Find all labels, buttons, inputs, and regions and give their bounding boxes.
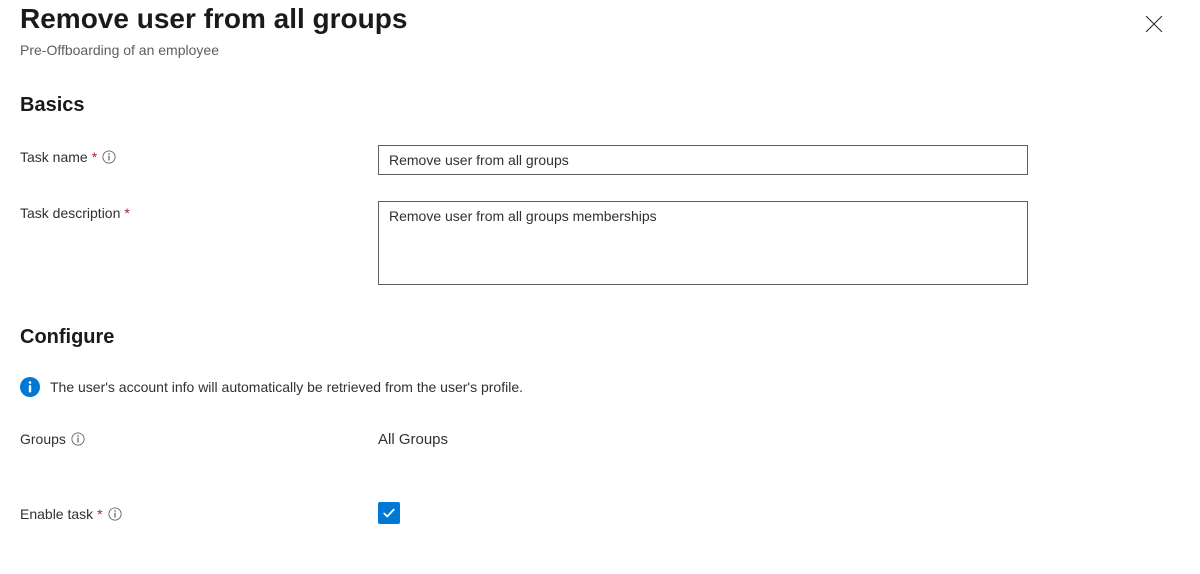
- task-name-label: Task name: [20, 149, 88, 165]
- groups-value: All Groups: [378, 427, 1028, 448]
- required-indicator: *: [97, 506, 102, 522]
- section-heading-basics: Basics: [20, 94, 1180, 117]
- task-description-input[interactable]: [378, 201, 1028, 285]
- groups-label: Groups: [20, 431, 66, 447]
- task-description-label: Task description: [20, 205, 120, 221]
- enable-task-checkbox[interactable]: [378, 502, 400, 524]
- info-icon: [71, 432, 85, 446]
- info-banner-icon: [20, 377, 40, 397]
- checkmark-icon: [382, 506, 396, 520]
- required-indicator: *: [92, 149, 97, 165]
- section-heading-configure: Configure: [20, 326, 1180, 349]
- info-icon: [102, 150, 116, 164]
- page-subtitle: Pre-Offboarding of an employee: [20, 42, 1180, 58]
- close-button[interactable]: [1138, 8, 1170, 40]
- groups-info-button[interactable]: [70, 431, 86, 447]
- info-icon: [108, 507, 122, 521]
- info-icon: [20, 377, 40, 397]
- required-indicator: *: [124, 205, 129, 221]
- page-title: Remove user from all groups: [20, 2, 1180, 36]
- enable-task-info-button[interactable]: [107, 506, 123, 522]
- info-banner-text: The user's account info will automatical…: [50, 379, 523, 395]
- task-name-input[interactable]: [378, 145, 1028, 175]
- close-icon: [1145, 15, 1163, 33]
- enable-task-label: Enable task: [20, 506, 93, 522]
- task-name-info-button[interactable]: [101, 149, 117, 165]
